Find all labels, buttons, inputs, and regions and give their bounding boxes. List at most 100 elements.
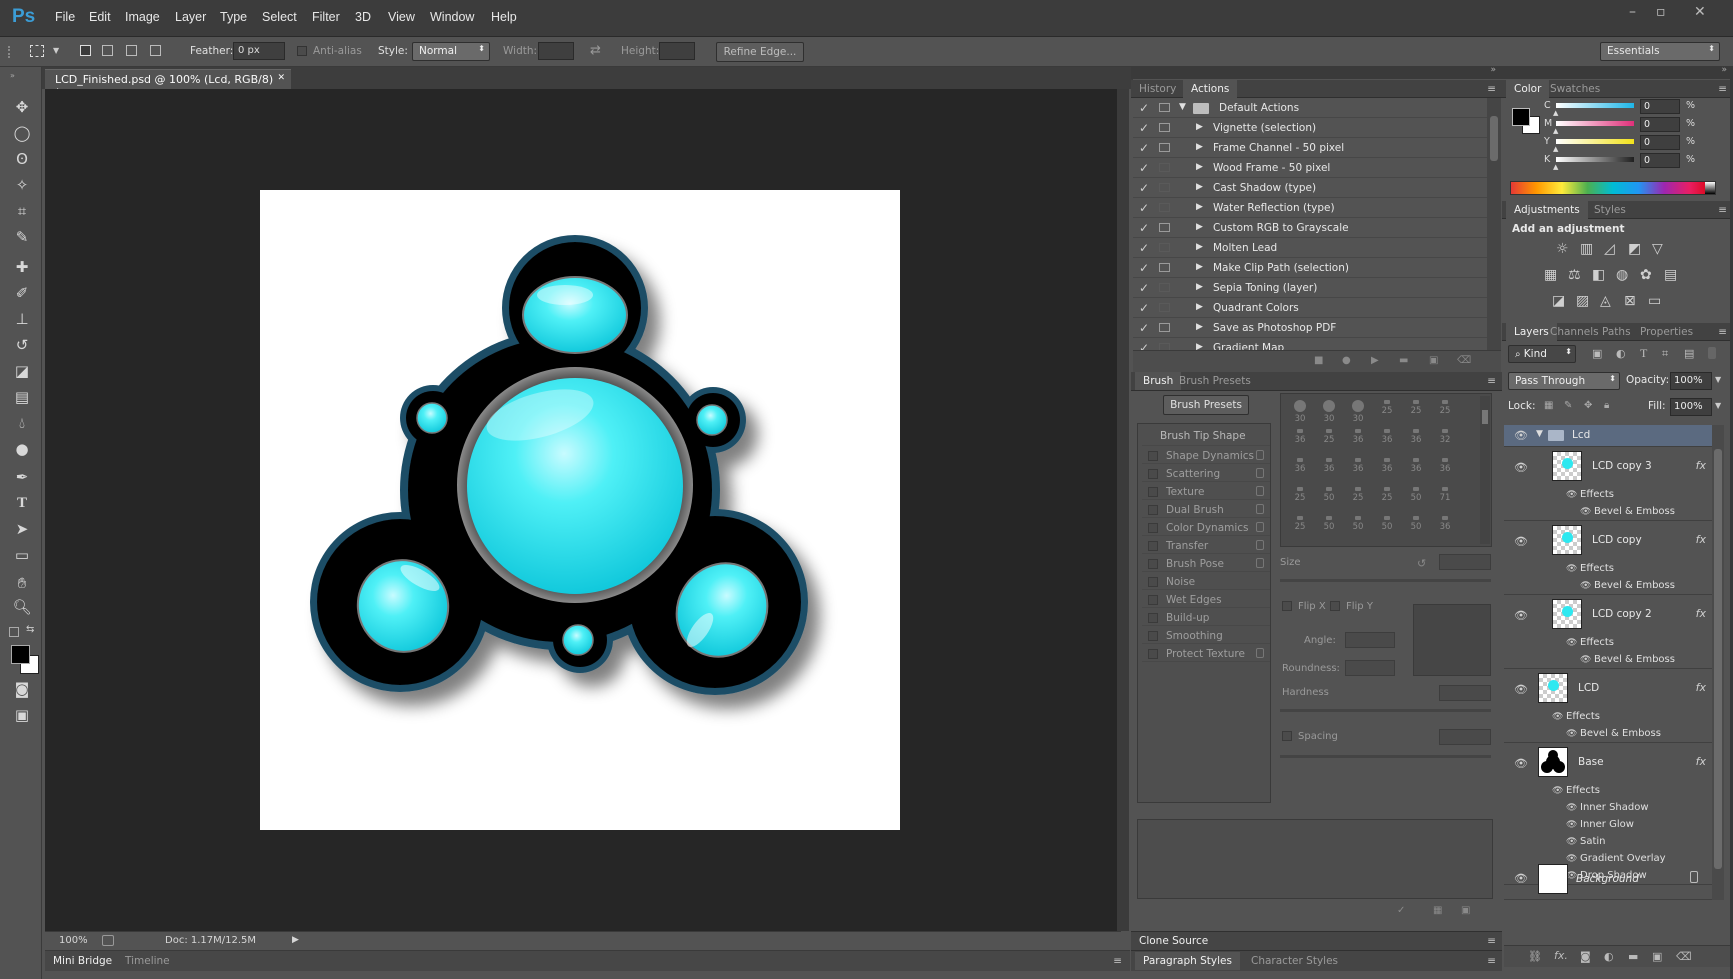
eraser-icon[interactable]: ◪ xyxy=(12,361,32,381)
expand-triangle-icon[interactable]: ▶ xyxy=(1196,142,1203,152)
brush-tip-shape[interactable]: Brush Tip Shape xyxy=(1142,426,1270,446)
move-tool-icon[interactable]: ✥ xyxy=(12,97,32,117)
effect-name[interactable]: Bevel & Emboss xyxy=(1580,728,1661,739)
close-icon[interactable]: ✕ xyxy=(1694,4,1706,20)
group-name[interactable]: Lcd xyxy=(1572,429,1590,441)
check-icon[interactable]: ✓ xyxy=(1139,261,1149,275)
add-mask-icon[interactable]: ◙ xyxy=(1580,950,1591,963)
channel-value-input[interactable]: 0 xyxy=(1640,135,1680,150)
brush-tip[interactable]: 71 xyxy=(1432,485,1458,512)
opacity-input[interactable]: 100% xyxy=(1670,372,1712,390)
bw-ramp[interactable] xyxy=(1705,182,1715,194)
brush-option-row[interactable]: Brush Pose xyxy=(1142,554,1270,572)
antialias-checkbox[interactable] xyxy=(297,46,307,56)
layer-group-row[interactable]: 👁︎ ▼ Lcd xyxy=(1504,425,1712,447)
layers-scrollbar[interactable] xyxy=(1712,425,1724,900)
channel-value-input[interactable]: 0 xyxy=(1640,99,1680,114)
brush-tip[interactable]: 50 xyxy=(1316,514,1342,541)
flip-x-checkbox[interactable] xyxy=(1282,601,1292,611)
reset-size-icon[interactable]: ↺ xyxy=(1417,557,1426,570)
effects-label[interactable]: Effects xyxy=(1566,785,1600,796)
angle-input[interactable] xyxy=(1345,632,1395,648)
menu-type[interactable]: Type xyxy=(220,10,247,24)
brush-option-row[interactable]: Scattering xyxy=(1142,464,1270,482)
option-checkbox[interactable] xyxy=(1148,613,1158,623)
effect-eye-icon[interactable]: 👁︎ xyxy=(1580,581,1591,591)
brush-tip[interactable]: 50 xyxy=(1403,514,1429,541)
expand-triangle-icon[interactable]: ▶ xyxy=(1196,182,1203,192)
toggle-bristle-icon[interactable]: ✓ xyxy=(1397,905,1405,916)
effects-label[interactable]: Effects xyxy=(1580,563,1614,574)
brush-tip[interactable]: 36 xyxy=(1403,456,1429,483)
effect-eye-icon[interactable]: 👁︎ xyxy=(1580,655,1591,665)
effect-eye-icon[interactable]: 👁︎ xyxy=(1566,837,1577,847)
menu-view[interactable]: View xyxy=(388,10,415,24)
tip-scrollbar[interactable] xyxy=(1480,396,1490,544)
action-row[interactable]: ✓ ▶ Quadrant Colors xyxy=(1133,298,1487,318)
blur-tool-icon[interactable]: 💧︎ xyxy=(12,413,32,433)
refine-edge-button[interactable]: Refine Edge... xyxy=(716,42,804,62)
swap-colors-icon[interactable]: ⇆ xyxy=(26,624,34,635)
dialog-toggle-icon[interactable] xyxy=(1159,103,1170,112)
dialog-toggle-icon[interactable] xyxy=(1159,263,1170,272)
option-checkbox[interactable] xyxy=(1148,505,1158,515)
effect-eye-icon[interactable]: 👁︎ xyxy=(1566,729,1577,739)
brush-option-row[interactable]: Build-up xyxy=(1142,608,1270,626)
tab-swatches[interactable]: Swatches xyxy=(1550,83,1600,95)
dialog-toggle-icon[interactable] xyxy=(1159,303,1170,312)
slider-thumb-icon[interactable]: ▲ xyxy=(1553,127,1558,135)
curves-icon[interactable]: ◿ xyxy=(1604,241,1615,257)
spacing-checkbox[interactable] xyxy=(1282,731,1292,741)
new-brush-icon[interactable]: ▣ xyxy=(1461,905,1470,916)
lock-icon[interactable] xyxy=(1256,450,1264,460)
collapse-arrows-icon[interactable]: » xyxy=(1721,65,1727,75)
new-layer-icon[interactable]: ▣ xyxy=(1652,950,1662,963)
tab-brush[interactable]: Brush xyxy=(1135,372,1182,390)
hand-tool-icon[interactable]: ✋︎ xyxy=(12,573,32,593)
lock-icon[interactable] xyxy=(1256,540,1264,550)
threshold-icon[interactable]: ◬ xyxy=(1600,293,1611,309)
spacing-slider[interactable] xyxy=(1280,755,1491,758)
new-adjustment-icon[interactable]: ◐ xyxy=(1604,950,1614,963)
layer-name[interactable]: LCD copy 3 xyxy=(1592,460,1652,472)
menu-help[interactable]: Help xyxy=(491,10,517,24)
menu-window[interactable]: Window xyxy=(430,10,474,24)
lock-icon[interactable] xyxy=(1256,648,1264,658)
layer-name[interactable]: Base xyxy=(1578,756,1604,768)
feather-input[interactable]: 0 px xyxy=(233,42,285,60)
exposure-icon[interactable]: ◩ xyxy=(1628,241,1641,257)
effect-name[interactable]: Bevel & Emboss xyxy=(1594,580,1675,591)
layer-row[interactable]: 👁︎ LCD copy fx 👁︎ Effects 👁︎ Bevel & Emboss xyxy=(1504,521,1712,595)
option-checkbox[interactable] xyxy=(1148,595,1158,605)
brush-tip[interactable]: 36 xyxy=(1345,427,1371,454)
layer-name[interactable]: LCD xyxy=(1578,682,1599,694)
brush-tip[interactable]: 50 xyxy=(1345,514,1371,541)
menu-select[interactable]: Select xyxy=(262,10,297,24)
brush-tip[interactable]: 50 xyxy=(1316,485,1342,512)
action-row[interactable]: ✓ ▶ Wood Frame - 50 pixel xyxy=(1133,158,1487,178)
brush-tool-icon[interactable]: ✐ xyxy=(12,283,32,303)
layer-row-background[interactable]: 👁︎ Background xyxy=(1504,860,1712,900)
delete-icon[interactable]: ⌫ xyxy=(1457,355,1471,366)
effects-label[interactable]: Effects xyxy=(1566,711,1600,722)
status-info-icon[interactable] xyxy=(102,935,114,946)
expand-triangle-icon[interactable]: ▶ xyxy=(1196,242,1203,252)
effects-eye-icon[interactable]: 👁︎ xyxy=(1552,786,1563,796)
lock-icon[interactable] xyxy=(1256,522,1264,532)
new-action-icon[interactable]: ▣ xyxy=(1429,355,1438,366)
fx-icon[interactable]: fx xyxy=(1696,755,1706,768)
restore-icon[interactable]: ▫ xyxy=(1656,4,1666,20)
expand-triangle-icon[interactable]: ▶ xyxy=(1196,122,1203,132)
brush-tip[interactable]: 50 xyxy=(1403,485,1429,512)
effects-label[interactable]: Effects xyxy=(1580,489,1614,500)
brush-tip[interactable]: 25 xyxy=(1316,427,1342,454)
scroll-thumb[interactable] xyxy=(1482,410,1488,424)
visibility-eye-icon[interactable]: 👁︎ xyxy=(1514,872,1528,885)
panel-menu-icon[interactable]: ≡ xyxy=(1113,955,1122,967)
action-row[interactable]: ✓ ▶ Make Clip Path (selection) xyxy=(1133,258,1487,278)
channel-mixer-icon[interactable]: ✿ xyxy=(1640,267,1652,283)
effects-label[interactable]: Effects xyxy=(1580,637,1614,648)
tab-adjustments[interactable]: Adjustments xyxy=(1506,201,1588,219)
swap-icon[interactable]: ⇄ xyxy=(590,43,601,58)
effect-eye-icon[interactable]: 👁︎ xyxy=(1566,803,1577,813)
